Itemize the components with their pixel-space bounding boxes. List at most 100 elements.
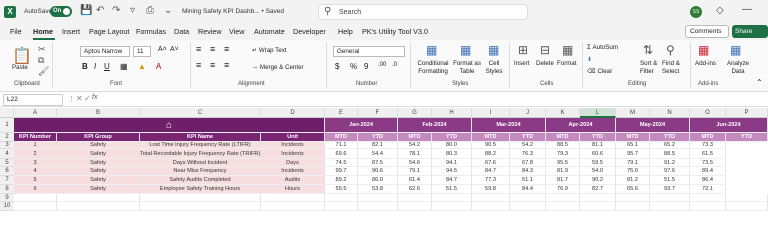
empty-cell[interactable] [690,202,726,211]
empty-cell[interactable] [140,202,261,211]
table-cell[interactable]: 62.6 [398,185,432,194]
table-cell[interactable]: 54.0 [580,167,616,176]
table-cell[interactable]: 73.3 [690,142,726,149]
table-cell[interactable]: 51.1 [510,176,546,185]
format-as-table-icon[interactable]: ▦ [460,43,471,57]
redo-icon[interactable]: ↷ [112,5,120,16]
table-cell[interactable]: Incidents [261,142,325,149]
table-cell[interactable]: 65.2 [650,142,690,149]
ytd-header[interactable]: YTD [358,133,398,142]
table-cell[interactable]: Safety [57,185,140,194]
table-cell[interactable]: 54.2 [510,142,546,149]
wrap-text-button[interactable]: ↵ Wrap Text [252,47,287,54]
add-ins-button[interactable]: Add-ins [695,60,716,67]
table-cell[interactable]: 51.5 [432,185,472,194]
empty-cell[interactable] [325,202,358,211]
table-cell[interactable]: 59.5 [580,159,616,167]
month-header[interactable]: Mar-2024 [472,118,546,133]
minimize-icon[interactable]: — [742,4,752,15]
top-align-icon[interactable]: ≡ [196,44,201,54]
tab-pk-utility[interactable]: PK's Utility Tool V3.0 [362,27,428,36]
table-cell[interactable]: Safety [57,159,140,167]
autosum-button[interactable]: Σ AutoSum [587,44,618,51]
column-header-m[interactable]: M [616,108,650,118]
row-header-8[interactable]: 8 [0,185,14,194]
row-header-4[interactable]: 4 [0,149,14,159]
sort-filter-icon[interactable]: ⇅ [643,43,653,57]
tab-help[interactable]: Help [338,27,353,36]
table-cell[interactable]: 2 [14,149,57,159]
insert-cells-icon[interactable]: ⊞ [518,43,528,57]
table-cell[interactable]: 74.5 [325,159,358,167]
collapse-ribbon-icon[interactable]: ⌃ [756,78,763,87]
table-cell[interactable]: Incidents [261,149,325,159]
table-header[interactable]: KPI Group [57,133,140,142]
tab-automate[interactable]: Automate [254,27,285,36]
table-cell[interactable]: 67.6 [472,159,510,167]
empty-cell[interactable] [398,194,432,202]
table-cell[interactable]: 65.6 [616,185,650,194]
table-cell[interactable]: 54.6 [398,159,432,167]
conditional-formatting-button[interactable]: Conditional Formatting [414,60,452,76]
table-cell[interactable]: 4 [14,167,57,176]
row-header-5[interactable]: 5 [0,159,14,167]
delete-cells-button[interactable]: Delete [536,60,554,67]
table-cell[interactable]: 90.2 [580,176,616,185]
fill-color-icon[interactable]: ▲ [138,62,146,71]
empty-cell[interactable] [546,194,580,202]
mtd-header[interactable]: MTD [472,133,510,142]
table-cell[interactable]: 88.5 [650,149,690,159]
column-header-e[interactable]: E [325,108,358,118]
table-cell[interactable]: 81.7 [546,176,580,185]
table-cell[interactable]: 88.2 [472,149,510,159]
formula-input[interactable] [104,94,759,106]
empty-cell[interactable] [261,194,325,202]
empty-cell[interactable] [432,202,472,211]
empty-cell[interactable] [472,194,510,202]
column-header-p[interactable]: P [726,108,768,118]
format-cells-icon[interactable]: ▦ [562,43,573,57]
table-cell[interactable]: 86.0 [358,176,398,185]
column-header-b[interactable]: B [57,108,140,118]
clear-button[interactable]: ⌫ Clear [587,68,612,75]
empty-cell[interactable] [650,194,690,202]
row-header-6[interactable]: 6 [0,167,14,176]
table-cell[interactable]: Near Miss Frequency [140,167,261,176]
table-cell[interactable]: 94.5 [432,167,472,176]
table-cell[interactable]: Days Without Incident [140,159,261,167]
table-cell[interactable]: 51.5 [650,176,690,185]
month-header[interactable]: Apr-2024 [546,118,616,133]
currency-icon[interactable]: $ [335,62,339,71]
table-cell[interactable]: 61.5 [690,149,726,159]
table-cell[interactable]: 65.1 [616,142,650,149]
empty-cell[interactable] [510,202,546,211]
table-header[interactable]: KPI Name [140,133,261,142]
empty-cell[interactable] [140,194,261,202]
table-cell[interactable]: 90.5 [472,142,510,149]
table-cell[interactable]: 81.1 [580,142,616,149]
table-cell[interactable]: Safety [57,167,140,176]
table-cell[interactable]: 84.4 [510,185,546,194]
empty-cell[interactable] [580,202,616,211]
empty-cell[interactable] [616,202,650,211]
table-cell[interactable]: 59.8 [472,185,510,194]
table-cell[interactable]: 82.7 [580,185,616,194]
table-cell[interactable]: 84.7 [432,176,472,185]
table-cell[interactable]: Safety Audits Completed [140,176,261,185]
table-cell[interactable]: Audits [261,176,325,185]
font-name-select[interactable]: Aptos Narrow [80,46,130,57]
table-cell[interactable]: 81.2 [616,176,650,185]
tab-home[interactable]: Home [33,27,53,36]
table-cell[interactable]: 54.2 [398,142,432,149]
right-align-icon[interactable]: ≡ [224,60,229,70]
empty-cell[interactable] [57,202,140,211]
table-cell[interactable]: 53.8 [358,185,398,194]
analyze-data-icon[interactable]: ▦ [730,43,741,57]
table-cell[interactable]: 69.6 [325,149,358,159]
conditional-formatting-icon[interactable]: ▦ [426,43,437,57]
undo-icon[interactable]: ↶ [96,5,104,16]
table-cell[interactable]: 84.3 [510,167,546,176]
table-cell[interactable]: 76.9 [546,185,580,194]
row-header-2[interactable]: 2 [0,133,14,142]
empty-cell[interactable] [432,194,472,202]
